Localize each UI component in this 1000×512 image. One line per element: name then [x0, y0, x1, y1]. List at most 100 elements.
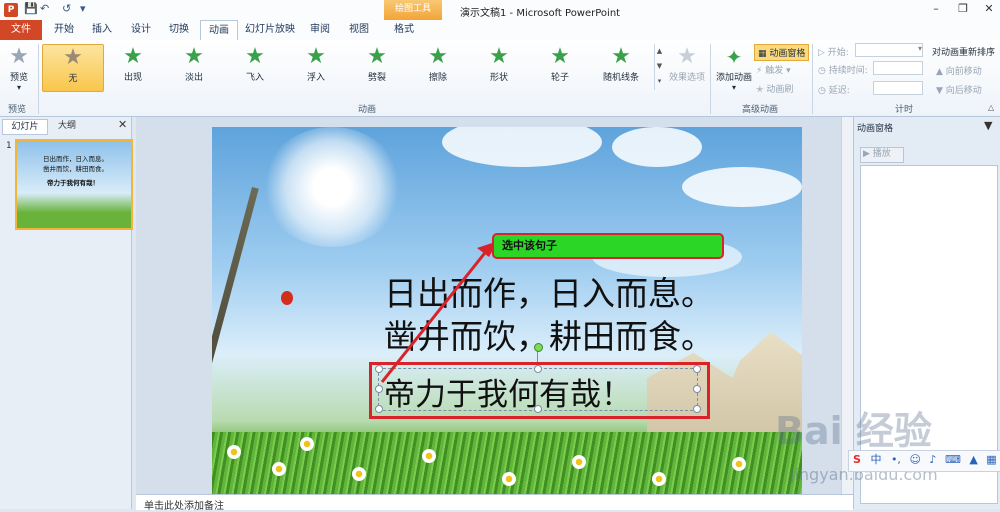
- collapse-ribbon-icon[interactable]: △: [988, 103, 994, 112]
- effect-fly-in[interactable]: ★ 飞入: [225, 44, 285, 90]
- group-label-animation: 动画: [358, 105, 377, 115]
- powerpoint-logo-icon[interactable]: P: [4, 3, 18, 17]
- move-earlier-button[interactable]: ▲ 向前移动: [936, 64, 982, 77]
- trigger-button[interactable]: ⚡ 触发 ▾: [756, 63, 791, 76]
- star-icon: ★: [550, 44, 570, 69]
- delay-label: ◷ 延迟:: [818, 83, 850, 96]
- emoji-icon[interactable]: ☺: [909, 453, 920, 466]
- notes-placeholder: 单击此处添加备注: [144, 501, 224, 512]
- effects-gallery-scroll[interactable]: ▲ ▼ ▾: [654, 44, 664, 90]
- watermark: Bai 经验: [775, 409, 932, 453]
- animation-painter-button[interactable]: ✭ 动画刷: [756, 82, 793, 95]
- animation-pane-icon: ▦: [758, 49, 770, 59]
- redo-icon[interactable]: ↺: [62, 2, 71, 15]
- close-icon[interactable]: ✕: [978, 2, 1000, 15]
- shirt-icon[interactable]: ▲: [969, 453, 977, 466]
- effect-split[interactable]: ★ 劈裂: [347, 44, 407, 90]
- chevron-down-icon: ▾: [917, 44, 922, 53]
- effect-appear[interactable]: ★ 出现: [103, 44, 163, 90]
- animation-painter-icon: ✭: [756, 85, 767, 95]
- star-icon: ★: [63, 45, 83, 70]
- start-label: ▷ 开始:: [818, 45, 849, 58]
- callout-label: 选中该句子: [492, 233, 724, 259]
- animation-pane-label: 动画窗格: [769, 49, 806, 59]
- group-divider: [710, 44, 711, 114]
- tab-outline[interactable]: 大纲: [47, 119, 87, 133]
- maximize-icon[interactable]: ❐: [952, 2, 974, 15]
- start-dropdown[interactable]: ▾: [855, 43, 923, 57]
- effect-label: 轮子: [550, 73, 569, 83]
- effect-shape[interactable]: ★ 形状: [469, 44, 529, 90]
- effect-fade[interactable]: ★ 淡出: [164, 44, 224, 90]
- trigger-label: 触发: [765, 66, 784, 76]
- slide-canvas[interactable]: 日出而作，日入而息。 凿井而饮，耕田而食。 帝力于我何有哉！ 选中该句子: [212, 127, 802, 494]
- effect-wheel[interactable]: ★ 轮子: [530, 44, 590, 90]
- effect-label: 浮入: [306, 73, 325, 83]
- duration-field[interactable]: [873, 61, 923, 75]
- ime-mode[interactable]: 中: [870, 453, 881, 466]
- effect-options-button[interactable]: ★ 效果选项: [667, 44, 707, 83]
- effect-float-in[interactable]: ★ 浮入: [286, 44, 346, 90]
- tab-design[interactable]: 设计: [127, 20, 155, 40]
- star-icon: ★: [489, 44, 509, 69]
- up-arrow-icon: ▲: [936, 67, 946, 77]
- preview-button[interactable]: ★ 预览 ▾: [6, 44, 32, 92]
- undo-icon[interactable]: ↶: [40, 2, 49, 15]
- callout-arrow: [380, 241, 498, 383]
- minimize-icon[interactable]: –: [925, 2, 947, 15]
- effect-label: 淡出: [184, 73, 203, 83]
- ime-toolbar[interactable]: S 中 •, ☺ ♪ ⌨ ▲ ▦: [848, 450, 1000, 472]
- move-later-label: 向后移动: [945, 86, 982, 96]
- tab-format[interactable]: 格式: [390, 20, 418, 40]
- punctuation-icon[interactable]: •,: [891, 453, 901, 466]
- tab-insert[interactable]: 插入: [88, 20, 116, 40]
- duration-label-text: 持续时间:: [828, 66, 868, 76]
- tab-animations[interactable]: 动画: [200, 20, 238, 41]
- clock-icon: ◷: [818, 86, 829, 96]
- start-label-text: 开始:: [827, 48, 849, 58]
- delay-field[interactable]: [873, 81, 923, 95]
- effect-label: 出现: [123, 73, 142, 83]
- customize-quick-access-icon[interactable]: ▾: [80, 2, 86, 15]
- preview-label: 预览: [9, 73, 28, 83]
- effect-label: 擦除: [428, 73, 447, 83]
- pane-menu-icon[interactable]: ▼: [984, 119, 992, 132]
- effect-options-star-icon: ★: [677, 44, 697, 69]
- effect-options-label: 效果选项: [668, 73, 705, 83]
- chevron-down-icon: ▾: [731, 83, 736, 92]
- save-icon[interactable]: 💾: [24, 2, 38, 15]
- play-button[interactable]: ▶ 播放: [860, 147, 904, 163]
- slide-number: 1: [6, 141, 12, 151]
- slide-thumbnail[interactable]: 日出而作，日入而息。 凿井而饮，耕田而食。 帝力于我何有哉！: [15, 139, 133, 230]
- tab-slide-show[interactable]: 幻灯片放映: [244, 20, 296, 40]
- clock-icon: ◷: [818, 66, 829, 76]
- notes-area[interactable]: 单击此处添加备注: [136, 494, 853, 512]
- animation-pane-button[interactable]: ▦ 动画窗格: [754, 44, 810, 61]
- effect-wipe[interactable]: ★ 擦除: [408, 44, 468, 90]
- microphone-icon[interactable]: ♪: [929, 453, 936, 466]
- grid-icon[interactable]: ▦: [986, 453, 996, 466]
- duration-label: ◷ 持续时间:: [818, 63, 868, 76]
- thumb-line: 帝力于我何有哉！: [47, 179, 99, 187]
- star-icon: ★: [428, 44, 448, 69]
- star-icon: ★: [306, 44, 326, 69]
- start-icon: ▷: [818, 48, 828, 58]
- keyboard-icon[interactable]: ⌨: [945, 453, 961, 466]
- tab-home[interactable]: 开始: [50, 20, 78, 40]
- tab-review[interactable]: 审阅: [306, 20, 334, 40]
- effect-random-bars[interactable]: ★ 随机线条: [591, 44, 651, 90]
- tab-file[interactable]: 文件: [0, 20, 42, 40]
- tab-view[interactable]: 视图: [345, 20, 373, 40]
- animation-painter-label: 动画刷: [766, 85, 794, 95]
- preview-star-icon: ★: [9, 44, 29, 69]
- move-later-button[interactable]: ▼ 向后移动: [936, 83, 982, 96]
- effect-none[interactable]: ★ 无: [42, 44, 104, 92]
- reorder-title: 对动画重新排序: [932, 48, 996, 58]
- effect-label: 劈裂: [367, 73, 386, 83]
- effect-label: 形状: [489, 73, 508, 83]
- close-icon[interactable]: ✕: [118, 118, 127, 131]
- tab-transitions[interactable]: 切换: [165, 20, 193, 40]
- add-animation-button[interactable]: ✦ 添加动画 ▾: [714, 44, 754, 92]
- tab-slides[interactable]: 幻灯片: [2, 119, 48, 135]
- star-icon: ★: [123, 44, 143, 69]
